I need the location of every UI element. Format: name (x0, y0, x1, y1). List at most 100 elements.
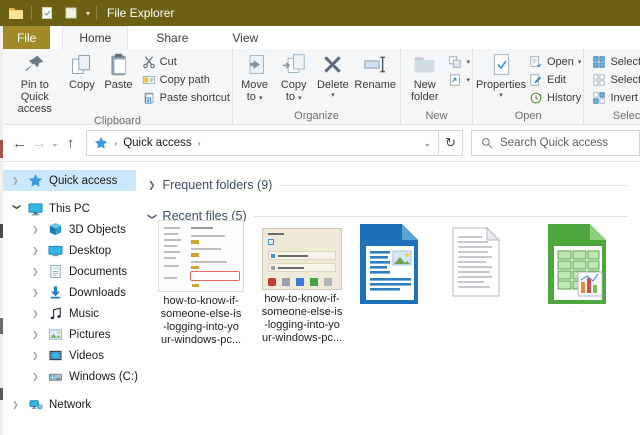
cut-button[interactable]: Cut (142, 53, 230, 71)
open-icon (529, 55, 543, 69)
ribbon-home: Pin to Quick access Copy Paste Cut (0, 49, 640, 125)
copy-button[interactable]: Copy (65, 49, 100, 91)
expander-icon[interactable]: ❯ (32, 267, 42, 276)
ribbon-group-organize: Move to ▾ Copy to ▾ Delete ▾ Rename Orga… (233, 49, 401, 124)
tab-view[interactable]: View (216, 26, 274, 49)
expander-icon[interactable]: ❯ (32, 351, 42, 360)
paste-icon (106, 52, 131, 77)
file-item[interactable]: how-to-know-if- someone-else-is -logging… (154, 220, 248, 347)
copy-to-icon (281, 52, 306, 77)
sidebar-item-windows-c[interactable]: ❯ Windows (C:) (0, 366, 136, 387)
search-input[interactable] (500, 137, 630, 149)
titlebar-separator (31, 6, 32, 20)
section-rule (254, 216, 628, 217)
sidebar-item-documents[interactable]: ❯ Documents (0, 261, 136, 282)
expander-icon[interactable]: ❯ (32, 288, 42, 297)
file-item[interactable]: how-to-know-if- someone-else-is -logging… (255, 220, 349, 345)
invert-selection-button[interactable]: Invert selection (592, 89, 640, 107)
pin-icon (22, 52, 47, 77)
sidebar-item-quick-access[interactable]: ❯ Quick access (0, 170, 136, 191)
dropdown-icon: ▾ (466, 59, 470, 66)
delete-button[interactable]: Delete ▾ (313, 49, 352, 99)
this-pc-icon (28, 201, 43, 216)
qat-dropdown-icon[interactable]: ▾ (86, 9, 90, 18)
items-view: ❯ Frequent folders (9) ❯ Recent files (5… (136, 162, 640, 434)
open-button[interactable]: Open ▾ (529, 53, 581, 71)
sidebar-item-music[interactable]: ❯ Music (0, 303, 136, 324)
qat-properties-icon[interactable] (38, 4, 56, 22)
section-frequent-folders[interactable]: ❯ Frequent folders (9) (148, 175, 632, 195)
dropdown-icon: ▾ (499, 92, 503, 99)
refresh-button[interactable]: ↻ (439, 130, 463, 156)
new-item-icon (448, 55, 462, 69)
breadcrumb-quick-access[interactable]: Quick access (123, 137, 191, 149)
file-item[interactable] (350, 220, 428, 311)
rename-button[interactable]: Rename (352, 49, 398, 91)
paste-shortcut-button[interactable]: Paste shortcut (142, 89, 230, 107)
history-dropdown-icon[interactable]: ⌄ (49, 138, 61, 149)
address-dropdown-icon[interactable]: ⌄ (424, 138, 432, 149)
sidebar-item-this-pc[interactable]: ❯ This PC (0, 198, 136, 219)
back-button[interactable]: ← (10, 135, 29, 152)
expander-icon[interactable]: ❯ (32, 372, 42, 381)
address-bar[interactable]: › Quick access › ⌄ (86, 130, 439, 156)
local-disk-icon (48, 369, 63, 384)
move-to-button[interactable]: Move to ▾ (235, 49, 274, 103)
expander-icon[interactable]: ❯ (12, 400, 22, 409)
expander-icon[interactable]: ❯ (146, 212, 157, 220)
sidebar-item-network[interactable]: ❯ Network (0, 394, 136, 415)
sidebar-item-downloads[interactable]: ❯ Downloads (0, 282, 136, 303)
calc-spreadsheet-icon (544, 220, 610, 308)
ribbon-group-selection: Select all Select none Invert selection … (584, 49, 640, 124)
paste-button[interactable]: Paste (99, 49, 137, 91)
tab-share[interactable]: Share (140, 26, 204, 49)
breadcrumb-separator-icon[interactable]: › (198, 138, 201, 148)
refresh-icon: ↻ (445, 135, 456, 151)
sidebar-item-3d-objects[interactable]: ❯ 3D Objects (0, 219, 136, 240)
history-button[interactable]: History (529, 89, 581, 107)
properties-button[interactable]: Properties ▾ (475, 49, 527, 99)
move-to-icon (242, 52, 267, 77)
expander-icon[interactable]: ❯ (32, 246, 42, 255)
expander-icon[interactable]: ❯ (148, 180, 156, 191)
expander-icon[interactable]: ❯ (32, 330, 42, 339)
qat-new-folder-icon[interactable] (62, 4, 80, 22)
new-item-button[interactable]: ▾ (448, 53, 470, 71)
file-item[interactable]: ··· ·· (538, 220, 616, 315)
copy-path-button[interactable]: Copy path (142, 71, 230, 89)
group-label-selection: Selection (586, 110, 640, 124)
history-icon (529, 91, 543, 105)
easy-access-button[interactable]: ▾ (448, 71, 470, 89)
tab-file[interactable]: File (3, 26, 50, 49)
background-window-edge (0, 26, 3, 435)
group-label-organize: Organize (235, 110, 398, 124)
pin-to-quick-access-button[interactable]: Pin to Quick access (5, 49, 65, 115)
tab-home[interactable]: Home (62, 26, 128, 49)
expander-icon[interactable]: ❯ (13, 204, 22, 214)
select-none-icon (592, 73, 606, 87)
sidebar-item-videos[interactable]: ❯ Videos (0, 345, 136, 366)
select-all-button[interactable]: Select all (592, 53, 640, 71)
expander-icon[interactable]: ❯ (12, 176, 22, 185)
ribbon-tabstrip: File Home Share View (0, 26, 640, 49)
search-box[interactable] (471, 130, 640, 156)
edit-icon (529, 73, 543, 87)
ribbon-group-clipboard: Pin to Quick access Copy Paste Cut (3, 49, 233, 124)
dropdown-icon: ▾ (331, 92, 335, 99)
titlebar: ▾ File Explorer (0, 0, 640, 26)
up-button[interactable]: ↑ (61, 135, 80, 152)
edit-button[interactable]: Edit (529, 71, 581, 89)
sidebar-item-desktop[interactable]: ❯ Desktop (0, 240, 136, 261)
file-thumbnail (158, 220, 244, 292)
new-folder-button[interactable]: New folder (403, 49, 446, 103)
file-item[interactable] (444, 226, 508, 301)
sidebar-item-pictures[interactable]: ❯ Pictures (0, 324, 136, 345)
expander-icon[interactable]: ❯ (32, 225, 42, 234)
expander-icon[interactable]: ❯ (32, 309, 42, 318)
copy-to-button[interactable]: Copy to ▾ (274, 49, 313, 103)
select-none-button[interactable]: Select none (592, 71, 640, 89)
new-folder-icon (412, 52, 437, 77)
window-title: File Explorer (107, 6, 174, 20)
forward-button[interactable]: → (29, 135, 48, 152)
select-all-icon (592, 55, 606, 69)
